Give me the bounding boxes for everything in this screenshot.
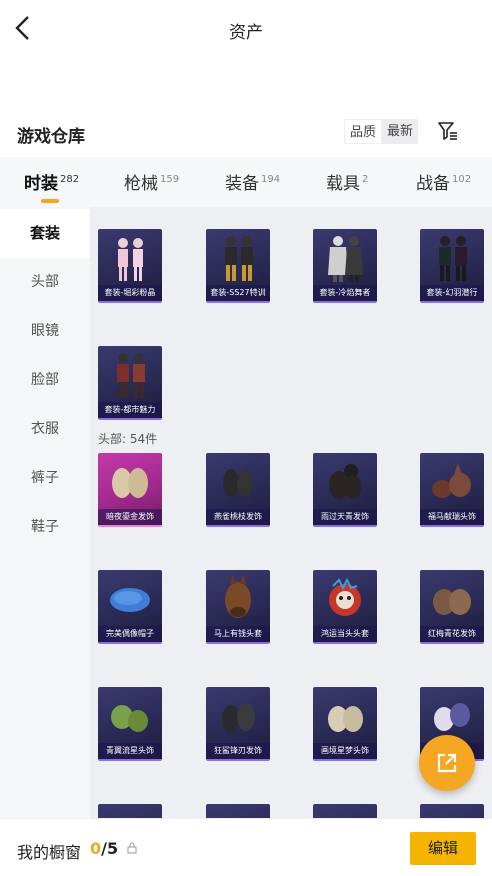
tab-count: 282 [60,174,80,186]
tab-count: 194 [261,174,281,186]
hair-art [432,463,471,498]
sidebar-item-glasses[interactable]: 眼镜 [0,307,90,356]
item-card[interactable]: 狂鲨锋刃发饰 [206,687,270,761]
showcase-label: 我的橱窗 [17,843,82,862]
tab-fashion[interactable]: 时装 282 [24,169,79,194]
sort-latest-button[interactable]: 最新 [382,119,419,144]
active-tab-indicator [41,199,59,203]
sidebar-item-head[interactable]: 头部 [0,258,90,307]
item-card[interactable]: 套装-堀彩粉晶 [98,229,162,303]
hair-art [223,469,253,497]
item-card[interactable]: 青翼流星头饰 [98,687,162,761]
warehouse-title: 游戏仓库 [17,127,85,147]
item-card[interactable]: 套装-幻羽潜行 [420,229,484,303]
asset-page: { "header": { "title": "资产" }, "warehous… [0,0,492,876]
page-title: 资产 [229,23,263,43]
sidebar-item-face[interactable]: 脸部 [0,356,90,405]
hair-art [329,464,361,499]
outfit-art [117,353,145,398]
horse-mask-art [225,574,251,618]
top-bar: 资产 [0,0,492,58]
item-card[interactable]: 套装-SS27特训 [206,229,270,303]
tab-label: 装备 [225,174,259,194]
item-card[interactable] [420,804,484,818]
filter-icon[interactable] [437,120,459,142]
item-card[interactable]: 鸿运当头头套 [313,570,377,644]
sidebar-item-sets[interactable]: 套装 [0,209,90,258]
item-card[interactable]: 红梅青花发饰 [420,570,484,644]
hair-art [328,706,363,732]
outfit-art [225,236,253,281]
tab-vehicles[interactable]: 载具 2 [326,169,368,194]
item-label: 套装-都市魅力 [98,402,162,418]
sort-quality-button[interactable]: 品质 [344,119,383,144]
item-card[interactable]: 暗夜鎏金发饰 [98,453,162,527]
item-card[interactable]: 套装-冷焰舞者 [313,229,377,303]
tab-count: 102 [452,174,472,186]
item-card[interactable]: 套装-都市魅力 [98,346,162,420]
tab-label: 枪械 [124,174,158,194]
hair-art [112,468,148,498]
item-grid: 套装-堀彩粉晶 套装-SS27特训 套装-冷焰舞者 套装-幻羽潜行 套装-都市魅… [90,207,492,818]
item-label: 红梅青花发饰 [420,626,484,642]
tab-label: 战备 [416,174,450,194]
showcase-count-total: /5 [101,839,119,858]
hair-art [433,589,471,615]
sidebar-item-clothes[interactable]: 衣服 [0,405,90,454]
item-label: 鸿运当头头套 [313,626,377,642]
outfit-art [118,238,143,281]
showcase-count: 0/5 [90,839,118,858]
item-label: 暗夜鎏金发饰 [98,509,162,525]
lock-icon [127,842,137,854]
item-card[interactable]: 完美偶像帽子 [98,570,162,644]
item-label: 马上有钱头套 [206,626,270,642]
sort-toggle: 品质 最新 [344,119,419,144]
external-link-icon [437,753,457,773]
item-label: 福马献瑞头饰 [420,509,484,525]
tab-count: 2 [362,174,369,186]
hair-art [222,703,255,733]
item-label: 雨过天青发饰 [313,509,377,525]
hat-art [110,588,150,612]
sidebar-item-shoes[interactable]: 鞋子 [0,503,90,552]
item-label: 狂鲨锋刃发饰 [206,743,270,759]
item-label: 套装-堀彩粉晶 [98,285,162,301]
item-card[interactable]: 画境星梦头饰 [313,687,377,761]
tab-supplies[interactable]: 战备 102 [416,169,471,194]
item-card[interactable] [313,804,377,818]
share-button[interactable] [419,735,475,791]
lion-mask-art [329,577,361,616]
item-label: 燕雀桃枝发饰 [206,509,270,525]
hair-art [111,705,148,732]
item-label: 青翼流星头饰 [98,743,162,759]
item-card[interactable]: 燕雀桃枝发饰 [206,453,270,527]
item-card[interactable] [206,804,270,818]
bottom-bar: 我的橱窗 0/5 编辑 [0,818,492,876]
item-label: 套装-幻羽潜行 [420,285,484,301]
item-card[interactable]: 福马献瑞头饰 [420,453,484,527]
category-tabs: 时装 282 枪械 159 装备 194 载具 2 战备 102 [0,157,492,207]
item-label: 完美偶像帽子 [98,626,162,642]
head-section-label: 头部: 54件 [98,432,158,446]
sidebar-item-pants[interactable]: 裤子 [0,454,90,503]
edit-button[interactable]: 编辑 [410,832,476,865]
tab-label: 载具 [326,174,360,194]
outfit-art [328,236,363,282]
outfit-art [439,236,467,281]
item-label: 套装-SS27特训 [206,285,270,301]
item-label: 画境星梦头饰 [313,743,377,759]
showcase-count-current: 0 [90,839,102,858]
tab-count: 159 [160,174,180,186]
tab-equipment[interactable]: 装备 194 [225,169,280,194]
item-card[interactable] [98,804,162,818]
item-card[interactable]: 马上有钱头套 [206,570,270,644]
item-label: 套装-冷焰舞者 [313,285,377,301]
tab-guns[interactable]: 枪械 159 [124,169,179,194]
subcategory-sidebar: 套装 头部 眼镜 脸部 衣服 裤子 鞋子 [0,207,90,818]
tab-label: 时装 [24,174,58,194]
item-card[interactable]: 雨过天青发饰 [313,453,377,527]
